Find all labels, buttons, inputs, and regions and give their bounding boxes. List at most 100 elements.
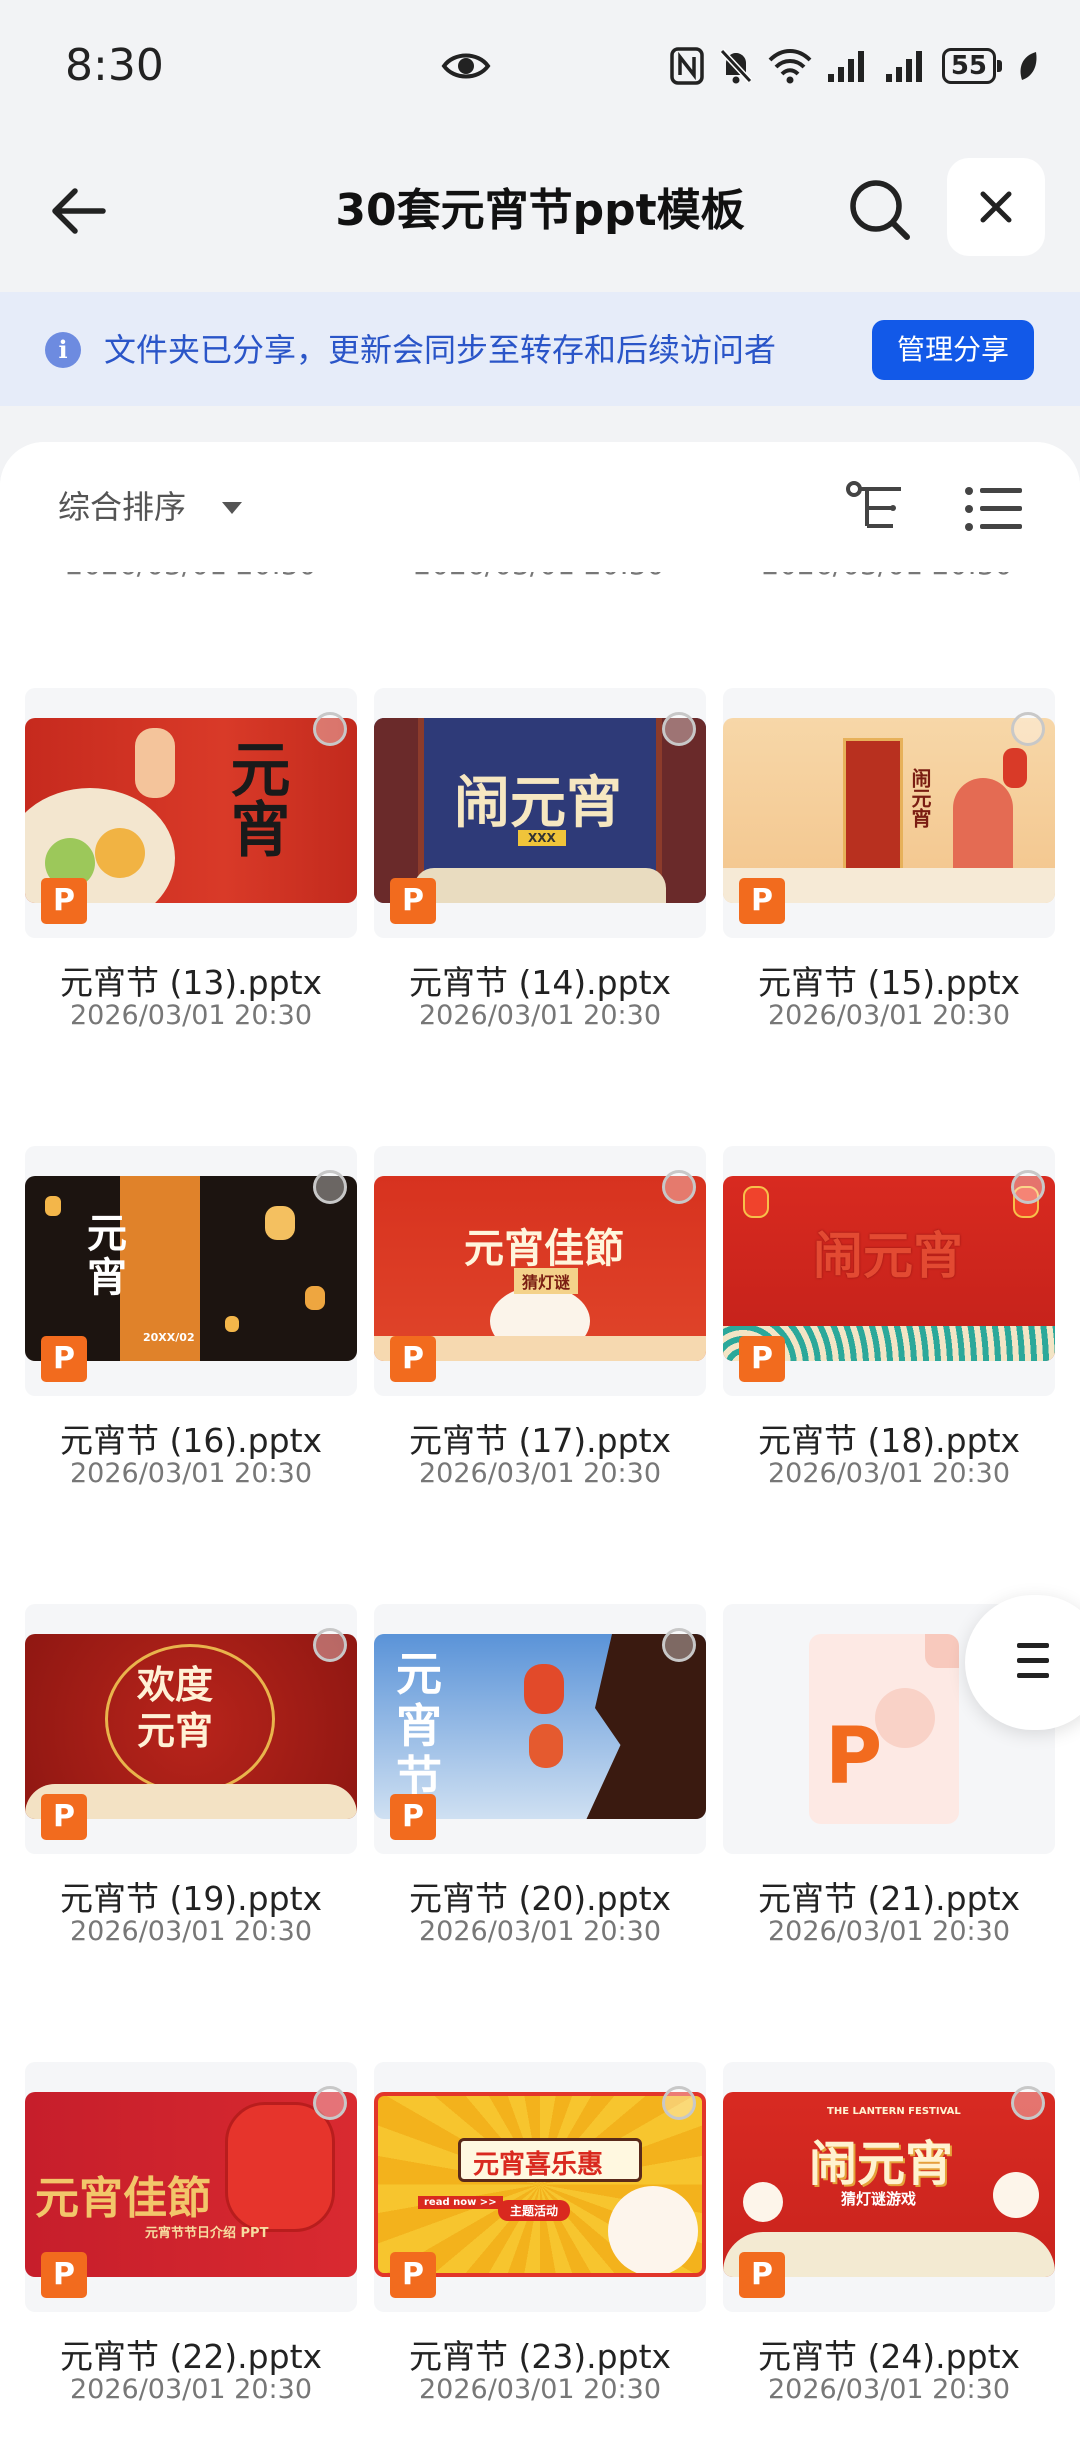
thumbnail-subtitle: 主题活动 bbox=[498, 2200, 571, 2221]
share-banner-text: 文件夹已分享，更新会同步至转存和后续访问者 bbox=[104, 331, 777, 369]
thumbnail-title: 闹元宵 bbox=[454, 770, 622, 836]
file-card[interactable]: 元宵节 P 元宵节 (20).pptx 2026/03/01 20:30 bbox=[374, 1604, 706, 1947]
file-name: 元宵节 (23).pptx bbox=[408, 2337, 672, 2376]
file-date: 2026/03/01 20:30 bbox=[418, 2374, 661, 2405]
file-panel: 2026/03/01 20:30 2026/03/01 20:30 2026/0… bbox=[0, 442, 1080, 2438]
ppt-file-icon: P bbox=[390, 2252, 436, 2298]
thumbnail-subtitle: XXX bbox=[518, 830, 566, 846]
file-card[interactable]: 欢度元宵 P 元宵节 (19).pptx 2026/03/01 20:30 bbox=[25, 1604, 357, 1947]
select-checkbox[interactable] bbox=[313, 712, 347, 746]
status-time: 8:30 bbox=[65, 40, 164, 91]
thumbnail-title: 元宵佳節 bbox=[35, 2173, 211, 2224]
file-name: 元宵节 (24).pptx bbox=[757, 2337, 1021, 2376]
file-name: 元宵节 (15).pptx bbox=[757, 963, 1021, 1002]
file-date: 2026/03/01 20:30 bbox=[767, 1000, 1010, 1031]
select-checkbox[interactable] bbox=[313, 1628, 347, 1662]
file-date: 2026/03/01 20:30 bbox=[69, 2374, 312, 2405]
thumbnail-title: 元宵节 bbox=[396, 1647, 442, 1805]
file-card[interactable]: 元宵喜乐惠 主题活动 read now >> P 元宵节 (23).pptx 2… bbox=[374, 2062, 706, 2405]
thumbnail-tag: THE LANTERN FESTIVAL bbox=[827, 2106, 961, 2117]
file-date: 2026/03/01 20:30 bbox=[418, 1000, 661, 1031]
thumbnail-title: 闹元宵 bbox=[809, 2136, 954, 2192]
thumbnail-title: 元宵 bbox=[220, 738, 290, 858]
file-thumbnail: 闹元宵 bbox=[723, 718, 1055, 903]
select-checkbox[interactable] bbox=[1011, 2086, 1045, 2120]
file-name: 元宵节 (18).pptx bbox=[757, 1421, 1021, 1460]
thumbnail-title: P bbox=[825, 1712, 883, 1802]
file-card[interactable]: 闹元宵 P 元宵节 (15).pptx 2026/03/01 20:30 bbox=[723, 688, 1055, 1031]
thumbnail-title: 闹元宵 bbox=[813, 1226, 963, 1285]
search-icon[interactable] bbox=[845, 175, 915, 245]
file-thumbnail: 欢度元宵 bbox=[25, 1634, 357, 1819]
file-card[interactable]: 元宵佳節 猜灯谜 P 元宵节 (17).pptx 2026/03/01 20:3… bbox=[374, 1146, 706, 1489]
select-checkbox[interactable] bbox=[662, 2086, 696, 2120]
file-name: 元宵节 (13).pptx bbox=[59, 963, 323, 1002]
file-thumbnail: THE LANTERN FESTIVAL 闹元宵 猜灯谜游戏 bbox=[723, 2092, 1055, 2277]
close-icon bbox=[980, 191, 1012, 223]
file-card[interactable]: 元宵 P 元宵节 (13).pptx 2026/03/01 20:30 bbox=[25, 688, 357, 1031]
wifi-icon bbox=[768, 49, 812, 84]
file-thumbnail: 闹元宵 bbox=[723, 1176, 1055, 1361]
leaf-icon bbox=[1020, 52, 1037, 80]
select-checkbox[interactable] bbox=[662, 1170, 696, 1204]
select-checkbox[interactable] bbox=[313, 2086, 347, 2120]
file-card[interactable]: 闹元宵 P 元宵节 (18).pptx 2026/03/01 20:30 bbox=[723, 1146, 1055, 1489]
ppt-file-icon: P bbox=[41, 1336, 87, 1382]
caret-down-icon[interactable] bbox=[222, 502, 242, 514]
select-checkbox[interactable] bbox=[313, 1170, 347, 1204]
select-checkbox[interactable] bbox=[1011, 712, 1045, 746]
menu-icon bbox=[1017, 1643, 1049, 1679]
file-thumbnail: 元宵节 bbox=[374, 1634, 706, 1819]
file-date: 2026/03/01 20:30 bbox=[767, 1916, 1010, 1947]
select-checkbox[interactable] bbox=[1011, 1170, 1045, 1204]
sort-dropdown[interactable]: 综合排序 bbox=[58, 482, 186, 532]
file-date: 2026/03/01 20:30 bbox=[767, 1458, 1010, 1489]
ppt-file-icon: P bbox=[390, 1336, 436, 1382]
tree-view-icon[interactable] bbox=[845, 480, 905, 536]
ppt-file-icon: P bbox=[41, 1794, 87, 1840]
file-name: 元宵节 (16).pptx bbox=[59, 1421, 323, 1460]
file-thumbnail: 元宵 bbox=[25, 718, 357, 903]
close-button[interactable] bbox=[947, 158, 1045, 256]
status-icons: 55 bbox=[670, 40, 1040, 92]
ppt-file-icon: P bbox=[41, 878, 87, 924]
thumbnail-title: 元宵喜乐惠 bbox=[473, 2150, 604, 2180]
file-date: 2026/03/01 20:30 bbox=[418, 1458, 661, 1489]
list-view-icon[interactable] bbox=[964, 484, 1024, 534]
eye-icon bbox=[441, 53, 491, 79]
file-card[interactable]: THE LANTERN FESTIVAL 闹元宵 猜灯谜游戏 P 元宵节 (24… bbox=[723, 2062, 1055, 2405]
file-thumbnail: 元宵佳節 元宵节节日介绍 PPT bbox=[25, 2092, 357, 2277]
sort-bar: 综合排序 bbox=[0, 442, 1080, 572]
signal-icon bbox=[885, 51, 922, 82]
info-icon: i bbox=[45, 332, 81, 368]
thumbnail-subtitle: 猜灯谜游戏 bbox=[841, 2190, 917, 2208]
file-name: 元宵节 (19).pptx bbox=[59, 1879, 323, 1918]
file-date: 2026/03/01 20:30 bbox=[418, 1916, 661, 1947]
thumbnail-subtitle: 元宵节节日介绍 PPT bbox=[145, 2226, 269, 2241]
file-card[interactable]: 闹元宵 XXX P 元宵节 (14).pptx 2026/03/01 20:30 bbox=[374, 688, 706, 1031]
file-name: 元宵节 (22).pptx bbox=[59, 2337, 323, 2376]
manage-share-button[interactable]: 管理分享 bbox=[872, 320, 1034, 380]
file-card[interactable]: 元宵佳節 元宵节节日介绍 PPT P 元宵节 (22).pptx 2026/03… bbox=[25, 2062, 357, 2405]
file-name: 元宵节 (21).pptx bbox=[757, 1879, 1021, 1918]
file-name: 元宵节 (20).pptx bbox=[408, 1879, 672, 1918]
file-date: 2026/03/01 20:30 bbox=[69, 1458, 312, 1489]
status-bar: 8:30 55 bbox=[0, 0, 1080, 140]
file-name: 元宵节 (17).pptx bbox=[408, 1421, 672, 1460]
thumbnail-title: 欢度元宵 bbox=[137, 1662, 214, 1753]
thumbnail-tag: read now >> bbox=[418, 2196, 503, 2209]
ppt-placeholder-icon: P bbox=[809, 1634, 959, 1824]
file-card[interactable]: 元宵 20XX/02 P 元宵节 (16).pptx 2026/03/01 20… bbox=[25, 1146, 357, 1489]
ppt-file-icon: P bbox=[41, 2252, 87, 2298]
file-thumbnail: 元宵佳節 猜灯谜 bbox=[374, 1176, 706, 1361]
nfc-icon bbox=[670, 47, 704, 85]
ppt-file-icon: P bbox=[390, 878, 436, 924]
file-thumbnail: 闹元宵 XXX bbox=[374, 718, 706, 903]
ppt-file-icon: P bbox=[739, 1336, 785, 1382]
file-name: 元宵节 (14).pptx bbox=[408, 963, 672, 1002]
file-date: 2026/03/01 20:30 bbox=[767, 2374, 1010, 2405]
thumbnail-subtitle: 20XX/02 bbox=[143, 1331, 195, 1344]
select-checkbox[interactable] bbox=[662, 1628, 696, 1662]
battery-icon: 55 bbox=[941, 48, 1003, 84]
select-checkbox[interactable] bbox=[662, 712, 696, 746]
